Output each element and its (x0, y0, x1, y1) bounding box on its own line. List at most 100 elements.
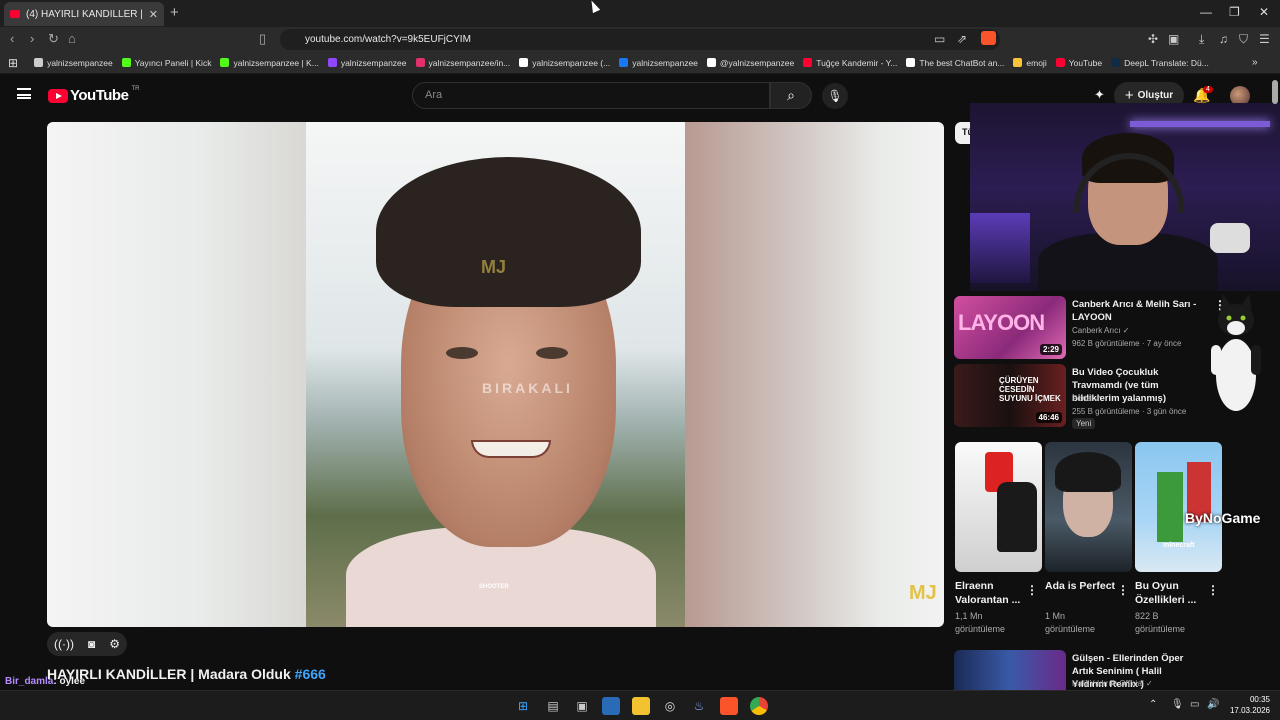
start-icon[interactable]: ⊞ (514, 697, 532, 715)
minimize-icon[interactable]: — (1200, 5, 1212, 19)
close-tab-icon[interactable]: ✕ (149, 8, 158, 21)
video-thumbnail[interactable]: LAYOON 2:29 (954, 296, 1066, 359)
browser-tab[interactable]: (4) HAYIRLI KANDİLLER | Madara ✕ (4, 2, 164, 26)
window-close-icon[interactable]: ✕ (1259, 5, 1269, 19)
video-player[interactable]: BIRAKALI SHOOTER MJ MJ (47, 122, 944, 627)
media-icon[interactable]: ♫ (1219, 32, 1228, 46)
short-title[interactable]: Ada is Perfect (1045, 579, 1117, 593)
bookmark-icon[interactable]: ▯ (259, 31, 266, 47)
apps-grid-icon[interactable]: ⊞ (8, 56, 18, 70)
browser-tab-bar: (4) HAYIRLI KANDİLLER | Madara ✕ + — ❐ ✕ (0, 0, 1280, 27)
bookmark-label: yalnizsempanzee (... (532, 57, 611, 68)
thumbnail-text: LAYOON (958, 310, 1045, 335)
cast-icon[interactable]: ▭ (934, 32, 945, 46)
create-label: Oluştur (1137, 90, 1174, 101)
shelf-light (1130, 121, 1270, 127)
more-bookmarks-icon[interactable]: » (1252, 57, 1258, 68)
hamburger-menu-icon[interactable] (17, 88, 31, 99)
tray-chevron-icon[interactable]: ⌃ (1149, 699, 1157, 710)
short-thumbnail[interactable] (955, 442, 1042, 572)
reload-icon[interactable]: ↻ (48, 31, 59, 47)
thumbnail-text: ÇÜRÜYEN CESEDİN SUYUNU İÇMEK (999, 376, 1061, 403)
url-text: youtube.com/watch?v=9k5EUFjCYIM (305, 34, 471, 45)
forward-icon[interactable]: › (30, 31, 34, 46)
extension-puzzle-icon[interactable]: ✦ (1094, 87, 1105, 103)
short-thumbnail[interactable] (1045, 442, 1132, 572)
search-input[interactable]: Ara (412, 82, 770, 109)
short-title[interactable]: Elraenn Valorantan ... (955, 579, 1027, 607)
steam-icon[interactable]: ♨ (690, 697, 708, 715)
microphone-tray-icon[interactable]: 🎙 (1171, 699, 1184, 710)
short-thumbnail[interactable]: minecraft (1135, 442, 1222, 572)
brave-shield-icon[interactable] (981, 31, 996, 45)
broadcast-icon[interactable]: ((·)) (54, 637, 74, 651)
bookmark-item[interactable]: Yayıncı Paneli | Kick (121, 58, 211, 68)
bookmark-item[interactable]: yalnizsempanzee (34, 58, 113, 68)
new-tab-button[interactable]: + (170, 4, 179, 21)
brave-icon[interactable] (720, 697, 738, 715)
download-icon[interactable]: ⤓ (1199, 32, 1204, 47)
camera-icon[interactable]: ◙ (88, 637, 95, 651)
back-icon[interactable]: ‹ (10, 31, 14, 46)
youtube-logo[interactable]: YouTube TR (48, 86, 139, 104)
more-options-icon[interactable]: ⋮ (1026, 583, 1038, 597)
bookmark-item[interactable]: yalnizsempanzee (327, 58, 407, 68)
bookmark-item[interactable]: @yalnizsempanzee (706, 58, 794, 68)
bookmark-item[interactable]: Tuğçe Kandemir - Y... (803, 58, 897, 68)
related-video[interactable]: Gülşen - Ellerinden Öper Artık Seninim (… (954, 650, 1214, 690)
volume-icon[interactable]: 🔊 (1207, 699, 1219, 710)
share-icon[interactable]: ⇗ (957, 32, 967, 46)
menu-icon[interactable]: ☰ (1259, 32, 1270, 46)
more-options-icon[interactable]: ⋮ (1117, 583, 1129, 597)
led-wall (970, 213, 1030, 283)
store-icon[interactable] (602, 697, 620, 715)
search-button[interactable]: ⌕ (770, 82, 812, 109)
bookmark-favicon-icon (803, 58, 813, 67)
related-video[interactable]: LAYOON 2:29 Canberk Arıcı & Melih Sarı -… (954, 296, 1226, 360)
video-thumbnail[interactable] (954, 650, 1066, 690)
voice-search-button[interactable]: 🎙 (822, 83, 848, 109)
bookmark-item[interactable]: yalnizsempanzee (619, 58, 698, 68)
notification-badge: 4 (1203, 86, 1213, 93)
bookmark-item[interactable]: DeepL Translate: Dü... (1111, 58, 1209, 68)
bookmark-item[interactable]: emoji (1013, 58, 1047, 68)
related-video[interactable]: ÇÜRÜYEN CESEDİN SUYUNU İÇMEK 46:46 Bu Vi… (954, 364, 1214, 434)
file-explorer-icon[interactable] (632, 697, 650, 715)
verified-icon: ✓ (1145, 679, 1153, 688)
vpn-icon[interactable]: ⛉ (1239, 32, 1248, 47)
task-view-icon[interactable]: ▤ (544, 697, 562, 715)
short-thumb-text: minecraft (1163, 542, 1195, 549)
url-field[interactable]: youtube.com/watch?v=9k5EUFjCYIM (280, 29, 1000, 50)
home-icon[interactable]: ⌂ (68, 31, 76, 46)
extensions-icon[interactable]: ✣ (1148, 32, 1158, 46)
system-clock[interactable]: 00:35 17.03.2026 (1225, 694, 1270, 716)
bookmark-favicon-icon (1055, 58, 1065, 67)
bookmark-item[interactable]: YouTube (1055, 58, 1102, 68)
short-title[interactable]: Bu Oyun Özellikleri ... (1135, 579, 1207, 607)
sidebar-icon[interactable]: ▣ (1168, 32, 1179, 46)
app-icon[interactable]: ▣ (573, 697, 591, 715)
bookmark-item[interactable]: yalnizsempanzee/in... (415, 58, 510, 68)
restore-icon[interactable]: ❐ (1229, 5, 1240, 19)
chrome-icon[interactable] (750, 697, 768, 715)
video-blur-left (47, 122, 306, 627)
duration-badge: 2:29 (1039, 344, 1062, 355)
more-options-icon[interactable]: ⋮ (1207, 583, 1219, 597)
bookmark-item[interactable]: yalnizsempanzee | K... (220, 57, 319, 68)
mic-icon: 🎙 (827, 89, 843, 103)
settings-gear-icon[interactable]: ⚙ (109, 637, 120, 651)
hashtag-link[interactable]: #666 (295, 666, 326, 682)
obs-icon[interactable]: ◎ (661, 697, 679, 715)
views-label: görüntüleme (1045, 624, 1096, 634)
left-eye (446, 347, 478, 359)
verified-icon: ✓ (1095, 394, 1102, 403)
bookmark-label: yalnizsempanzee | K... (233, 57, 319, 68)
bookmark-item[interactable]: yalnizsempanzee (... (519, 58, 610, 68)
channel-label: Portal (1072, 394, 1093, 403)
scrollbar-thumb[interactable] (1272, 80, 1278, 104)
bookmark-favicon-icon (1111, 58, 1121, 67)
display-tray-icon[interactable]: ▭ (1190, 699, 1199, 710)
views-count: 822 B (1135, 611, 1159, 621)
bookmark-item[interactable]: The best ChatBot an... (906, 58, 1004, 68)
video-thumbnail[interactable]: ÇÜRÜYEN CESEDİN SUYUNU İÇMEK 46:46 (954, 364, 1066, 427)
